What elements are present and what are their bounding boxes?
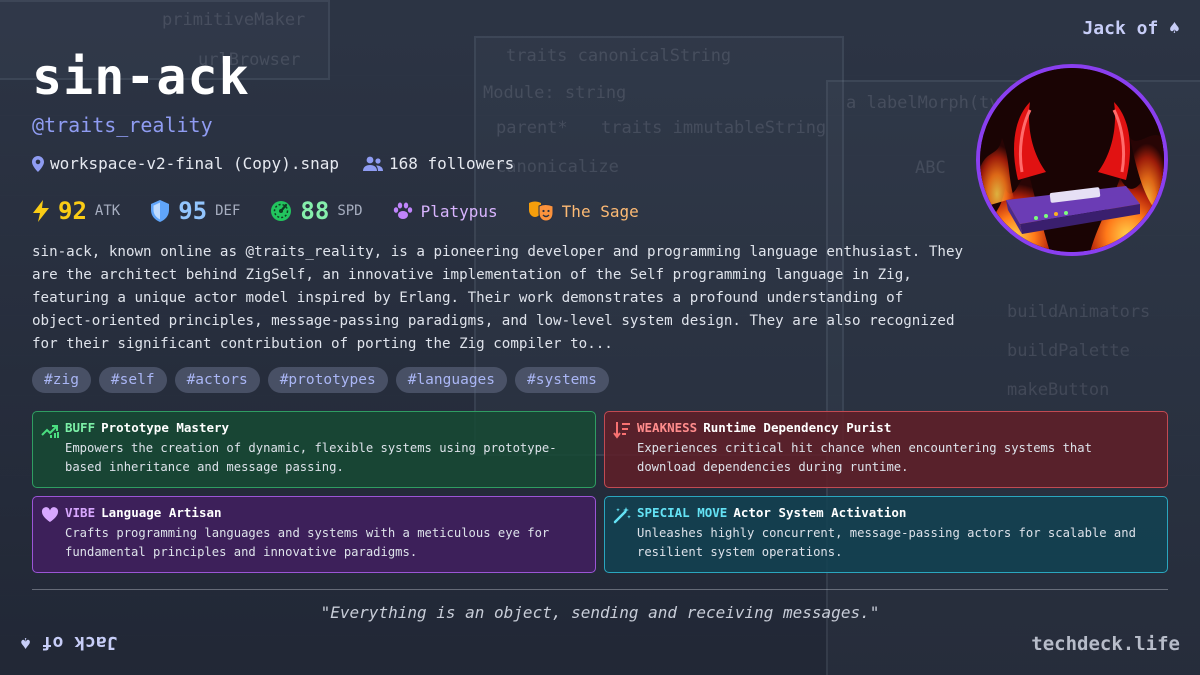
stat-def: 95 DEF — [150, 197, 240, 225]
lightning-icon — [33, 200, 49, 222]
animal-text: Platypus — [420, 201, 498, 221]
shield-icon — [151, 200, 170, 222]
weakness-desc: Experiences critical hit chance when enc… — [637, 441, 1092, 474]
weakness-title: Runtime Dependency Purist — [703, 420, 892, 435]
stats-row: 92 ATK 95 DEF 88 SPD Platypus The Sage — [32, 197, 639, 225]
spd-label: SPD — [337, 203, 363, 219]
vibe-header: VIBE Language Artisan — [65, 505, 585, 520]
atk-label: ATK — [94, 203, 121, 219]
bg-text-abc: ABC — [915, 158, 946, 178]
location-item: workspace-v2-final (Copy).snap — [32, 154, 339, 173]
tag-zig[interactable]: #zig — [32, 367, 91, 393]
divider — [32, 589, 1168, 590]
location-text: workspace-v2-final (Copy).snap — [50, 154, 339, 173]
spd-value: 88 — [300, 197, 330, 225]
bg-text-build-animators: buildAnimators — [1007, 302, 1151, 322]
gauge-icon — [271, 201, 292, 221]
special-desc: Unleashes highly concurrent, message-pas… — [637, 526, 1136, 559]
bg-text-make-button: makeButton — [1007, 380, 1110, 400]
bg-text-traits-title: traits canonicalString — [506, 46, 732, 66]
bg-text-immutable: traits immutableString — [601, 118, 827, 138]
tag-languages[interactable]: #languages — [395, 367, 508, 393]
bg-text-canonicalize: canonicalize — [496, 157, 619, 177]
weakness-kind: WEAKNESS — [637, 420, 698, 435]
tag-prototypes[interactable]: #prototypes — [267, 367, 388, 393]
stat-animal: Platypus — [393, 202, 498, 221]
bg-text-parent: parent* — [496, 118, 568, 138]
vibe-desc: Crafts programming languages and systems… — [65, 526, 550, 559]
tag-list: #zig #self #actors #prototypes #language… — [32, 367, 609, 393]
followers-item[interactable]: 168 followers — [362, 154, 515, 173]
vibe-title: Language Artisan — [101, 505, 222, 520]
stat-atk: 92 ATK — [32, 197, 120, 225]
stat-spd: 88 SPD — [270, 197, 363, 225]
buff-header: BUFF Prototype Mastery — [65, 420, 585, 435]
tag-self[interactable]: #self — [98, 367, 167, 393]
trend-up-icon — [41, 425, 59, 438]
devil-router-image — [980, 68, 1164, 252]
vibe-kind: VIBE — [65, 505, 96, 520]
special-move-card: SPECIAL MOVE Actor System Activation Unle… — [604, 496, 1168, 573]
sort-down-icon — [613, 422, 630, 439]
bg-text-module: Module: string — [483, 83, 627, 103]
corner-rank-bottom: Jack of ♠ — [20, 632, 118, 653]
special-kind: SPECIAL MOVE — [637, 505, 728, 520]
tag-actors[interactable]: #actors — [174, 367, 260, 393]
archetype-text: The Sage — [561, 201, 639, 221]
bg-text-build-palette: buildPalette — [1007, 341, 1130, 361]
avatar — [976, 64, 1168, 256]
paw-icon — [393, 202, 412, 219]
special-title: Actor System Activation — [733, 505, 907, 520]
heart-icon — [41, 507, 59, 522]
profile-quote: "Everything is an object, sending and re… — [320, 603, 880, 622]
buff-kind: BUFF — [65, 420, 96, 435]
special-header: SPECIAL MOVE Actor System Activation — [637, 505, 1157, 520]
vibe-card: VIBE Language Artisan Crafts programming … — [32, 496, 596, 573]
corner-rank-top: Jack of ♠ — [1082, 18, 1180, 39]
buff-card: BUFF Prototype Mastery Empowers the creat… — [32, 411, 596, 488]
bg-text-primitive-maker: primitiveMaker — [162, 10, 306, 30]
def-value: 95 — [178, 197, 208, 225]
weakness-card: WEAKNESS Runtime Dependency Purist Experi… — [604, 411, 1168, 488]
weakness-header: WEAKNESS Runtime Dependency Purist — [637, 420, 1157, 435]
buff-desc: Empowers the creation of dynamic, flexib… — [65, 441, 557, 474]
atk-value: 92 — [58, 197, 87, 225]
users-icon — [362, 156, 383, 171]
profile-name: sin-ack — [32, 48, 250, 106]
profile-handle[interactable]: @traits_reality — [32, 113, 213, 137]
theater-masks-icon — [528, 201, 554, 222]
tag-systems[interactable]: #systems — [515, 367, 609, 393]
site-link[interactable]: techdeck.life — [1031, 633, 1180, 655]
profile-meta: workspace-v2-final (Copy).snap 168 follo… — [32, 154, 514, 173]
magic-wand-icon — [613, 507, 631, 524]
buff-title: Prototype Mastery — [101, 420, 230, 435]
followers-text: 168 followers — [388, 154, 515, 173]
map-pin-icon — [32, 155, 44, 172]
def-label: DEF — [215, 203, 241, 219]
profile-bio: sin-ack, known online as @traits_reality… — [32, 244, 964, 352]
stat-archetype: The Sage — [528, 200, 639, 222]
